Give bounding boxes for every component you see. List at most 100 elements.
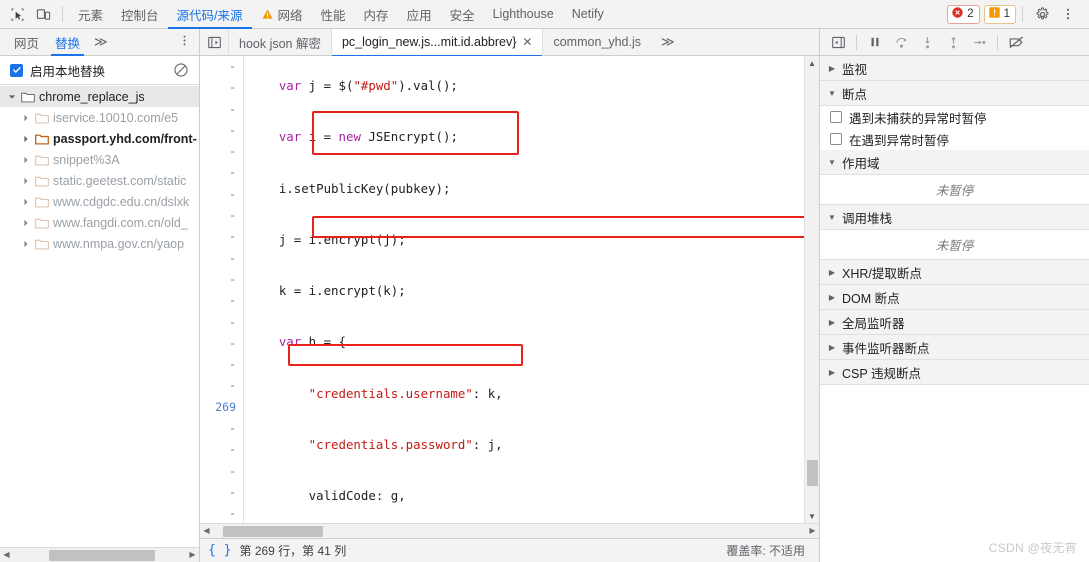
section-dom-breakpoints[interactable]: ▶ DOM 断点 (820, 285, 1089, 310)
code-line[interactable]: j = i.encrypt(j); (249, 229, 804, 250)
editor-hscroll-track[interactable] (213, 524, 806, 539)
pause-resume-icon[interactable] (863, 31, 887, 53)
tree-item-passport-yhd[interactable]: passport.yhd.com/front- (0, 128, 199, 149)
tree-item-iservice[interactable]: iservice.10010.com/e5 (0, 107, 199, 128)
gutter-line[interactable]: - (200, 205, 236, 226)
tab-console[interactable]: 控制台 (112, 0, 168, 29)
code-line[interactable]: "credentials.username": k, (249, 383, 804, 404)
editor-hscroll-thumb[interactable] (223, 525, 323, 537)
code-editor[interactable]: - - - - - - - - - - - - - - - - 269 - - … (200, 56, 819, 523)
gutter-line[interactable]: - (200, 226, 236, 247)
gutter-line[interactable]: - (200, 77, 236, 98)
gutter-line[interactable]: - (200, 269, 236, 290)
code-line[interactable]: var i = new JSEncrypt(); (249, 126, 804, 147)
tree-root-chrome-replace-js[interactable]: chrome_replace_js (0, 86, 199, 107)
gutter-line[interactable]: - (200, 482, 236, 503)
pause-on-uncaught-exceptions-checkbox[interactable] (830, 111, 842, 123)
gutter-line[interactable]: - (200, 290, 236, 311)
section-csp-violation-breakpoints[interactable]: ▶ CSP 违规断点 (820, 360, 1089, 385)
close-icon[interactable]: ✕ (522, 36, 532, 48)
tree-item-snippet[interactable]: snippet%3A (0, 149, 199, 170)
editor-horizontal-scrollbar[interactable]: ◀ ▶ (200, 523, 819, 538)
show-debugger-sidebar-icon[interactable] (826, 31, 850, 53)
tab-sources[interactable]: 源代码/来源 (167, 0, 252, 29)
inspect-element-icon[interactable] (4, 2, 30, 26)
kebab-menu-icon[interactable] (1055, 2, 1081, 26)
gutter-line[interactable]: - (200, 248, 236, 269)
section-scope[interactable]: ▼ 作用域 (820, 150, 1089, 175)
tab-lighthouse[interactable]: Lighthouse (484, 0, 563, 29)
tab-network[interactable]: 网络 (252, 0, 312, 29)
scroll-right-arrow-icon[interactable]: ▶ (806, 527, 819, 535)
gutter-line[interactable]: - (200, 162, 236, 183)
enable-overrides-checkbox[interactable] (10, 63, 23, 77)
code-area[interactable]: - - - - - - - - - - - - - - - - 269 - - … (200, 56, 804, 523)
scroll-right-arrow-icon[interactable]: ▶ (186, 551, 199, 559)
editor-vertical-scrollbar[interactable]: ▲ ▼ (804, 56, 819, 523)
gutter-line[interactable]: - (200, 312, 236, 333)
gutter-line[interactable]: - (200, 418, 236, 439)
tab-memory[interactable]: 内存 (355, 0, 398, 29)
gutter-line[interactable]: - (200, 141, 236, 162)
error-count-badge[interactable]: 2 (947, 4, 980, 24)
nav-tab-page[interactable]: 网页 (6, 29, 47, 56)
source-tab-hook-json[interactable]: hook json 解密 (228, 28, 331, 56)
tree-item-cdgdc[interactable]: www.cdgdc.edu.cn/dslxk (0, 191, 199, 212)
code-line[interactable]: i.setPublicKey(pubkey); (249, 178, 804, 199)
editor-scroll-track[interactable] (805, 70, 819, 509)
gutter-line[interactable]: - (200, 333, 236, 354)
scroll-up-arrow-icon[interactable]: ▲ (805, 56, 819, 70)
source-tab-pc-login-new[interactable]: pc_login_new.js...mit.id.abbrev} ✕ (330, 28, 543, 57)
section-event-listener-breakpoints[interactable]: ▶ 事件监听器断点 (820, 335, 1089, 360)
navigator-scroll-thumb[interactable] (49, 549, 155, 561)
device-toolbar-icon[interactable] (30, 2, 56, 26)
line-number-gutter[interactable]: - - - - - - - - - - - - - - - - 269 - - … (200, 56, 244, 523)
source-more-tabs-icon[interactable]: ≫ (651, 34, 685, 50)
nav-tab-overrides[interactable]: 替换 (47, 29, 88, 56)
overrides-file-tree[interactable]: chrome_replace_js iservice.10010.com/e5 (0, 85, 199, 547)
warning-count-badge[interactable]: 1 (983, 4, 1016, 24)
enable-overrides-row[interactable]: 启用本地替换 (0, 56, 199, 85)
tab-netify[interactable]: Netify (563, 0, 613, 29)
gutter-line[interactable]: - (200, 99, 236, 120)
editor-scroll-thumb[interactable] (807, 460, 818, 486)
navigator-horizontal-scrollbar[interactable]: ◀ ▶ (0, 547, 199, 562)
code-line[interactable]: var j = $("#pwd").val(); (249, 75, 804, 96)
section-watch[interactable]: ▶ 监视 (820, 56, 1089, 81)
gutter-line-current[interactable]: 269 (200, 397, 236, 418)
step-over-icon[interactable] (889, 31, 913, 53)
code-line[interactable]: "credentials.password": j, (249, 434, 804, 455)
deactivate-breakpoints-icon[interactable] (1004, 31, 1028, 53)
nav-more-tabs-icon[interactable]: ≫ (88, 34, 114, 50)
code-text[interactable]: var j = $("#pwd").val(); var i = new JSE… (244, 56, 804, 523)
gutter-line[interactable]: - (200, 503, 236, 523)
step-into-icon[interactable] (915, 31, 939, 53)
show-navigator-icon[interactable] (200, 35, 228, 50)
code-line[interactable]: var h = { (249, 331, 804, 352)
section-call-stack[interactable]: ▼ 调用堆栈 (820, 205, 1089, 230)
pause-on-exceptions-checkbox[interactable] (830, 133, 842, 145)
tab-application[interactable]: 应用 (398, 0, 441, 29)
gear-icon[interactable] (1029, 2, 1055, 26)
navigator-scroll-track[interactable] (13, 548, 186, 562)
section-breakpoints[interactable]: ▼ 断点 (820, 81, 1089, 106)
scroll-down-arrow-icon[interactable]: ▼ (805, 509, 819, 523)
code-line[interactable]: validCode: g, (249, 485, 804, 506)
gutter-line[interactable]: - (200, 461, 236, 482)
scroll-left-arrow-icon[interactable]: ◀ (0, 551, 13, 559)
pause-on-uncaught-exceptions-row[interactable]: 遇到未捕获的异常时暂停 (820, 106, 1089, 128)
gutter-line[interactable]: - (200, 354, 236, 375)
tab-elements[interactable]: 元素 (69, 0, 112, 29)
gutter-line[interactable]: - (200, 184, 236, 205)
section-global-listeners[interactable]: ▶ 全局监听器 (820, 310, 1089, 335)
tab-performance[interactable]: 性能 (312, 0, 355, 29)
gutter-line[interactable]: - (200, 439, 236, 460)
tree-item-fangdi[interactable]: www.fangdi.com.cn/old_ (0, 212, 199, 233)
source-tab-common-yhd[interactable]: common_yhd.js (542, 28, 651, 56)
pretty-print-icon[interactable]: { } (208, 543, 231, 558)
scroll-left-arrow-icon[interactable]: ◀ (200, 527, 213, 535)
step-out-icon[interactable] (941, 31, 965, 53)
gutter-line[interactable]: - (200, 375, 236, 396)
navigator-kebab-icon[interactable] (170, 34, 199, 50)
tab-security[interactable]: 安全 (441, 0, 484, 29)
